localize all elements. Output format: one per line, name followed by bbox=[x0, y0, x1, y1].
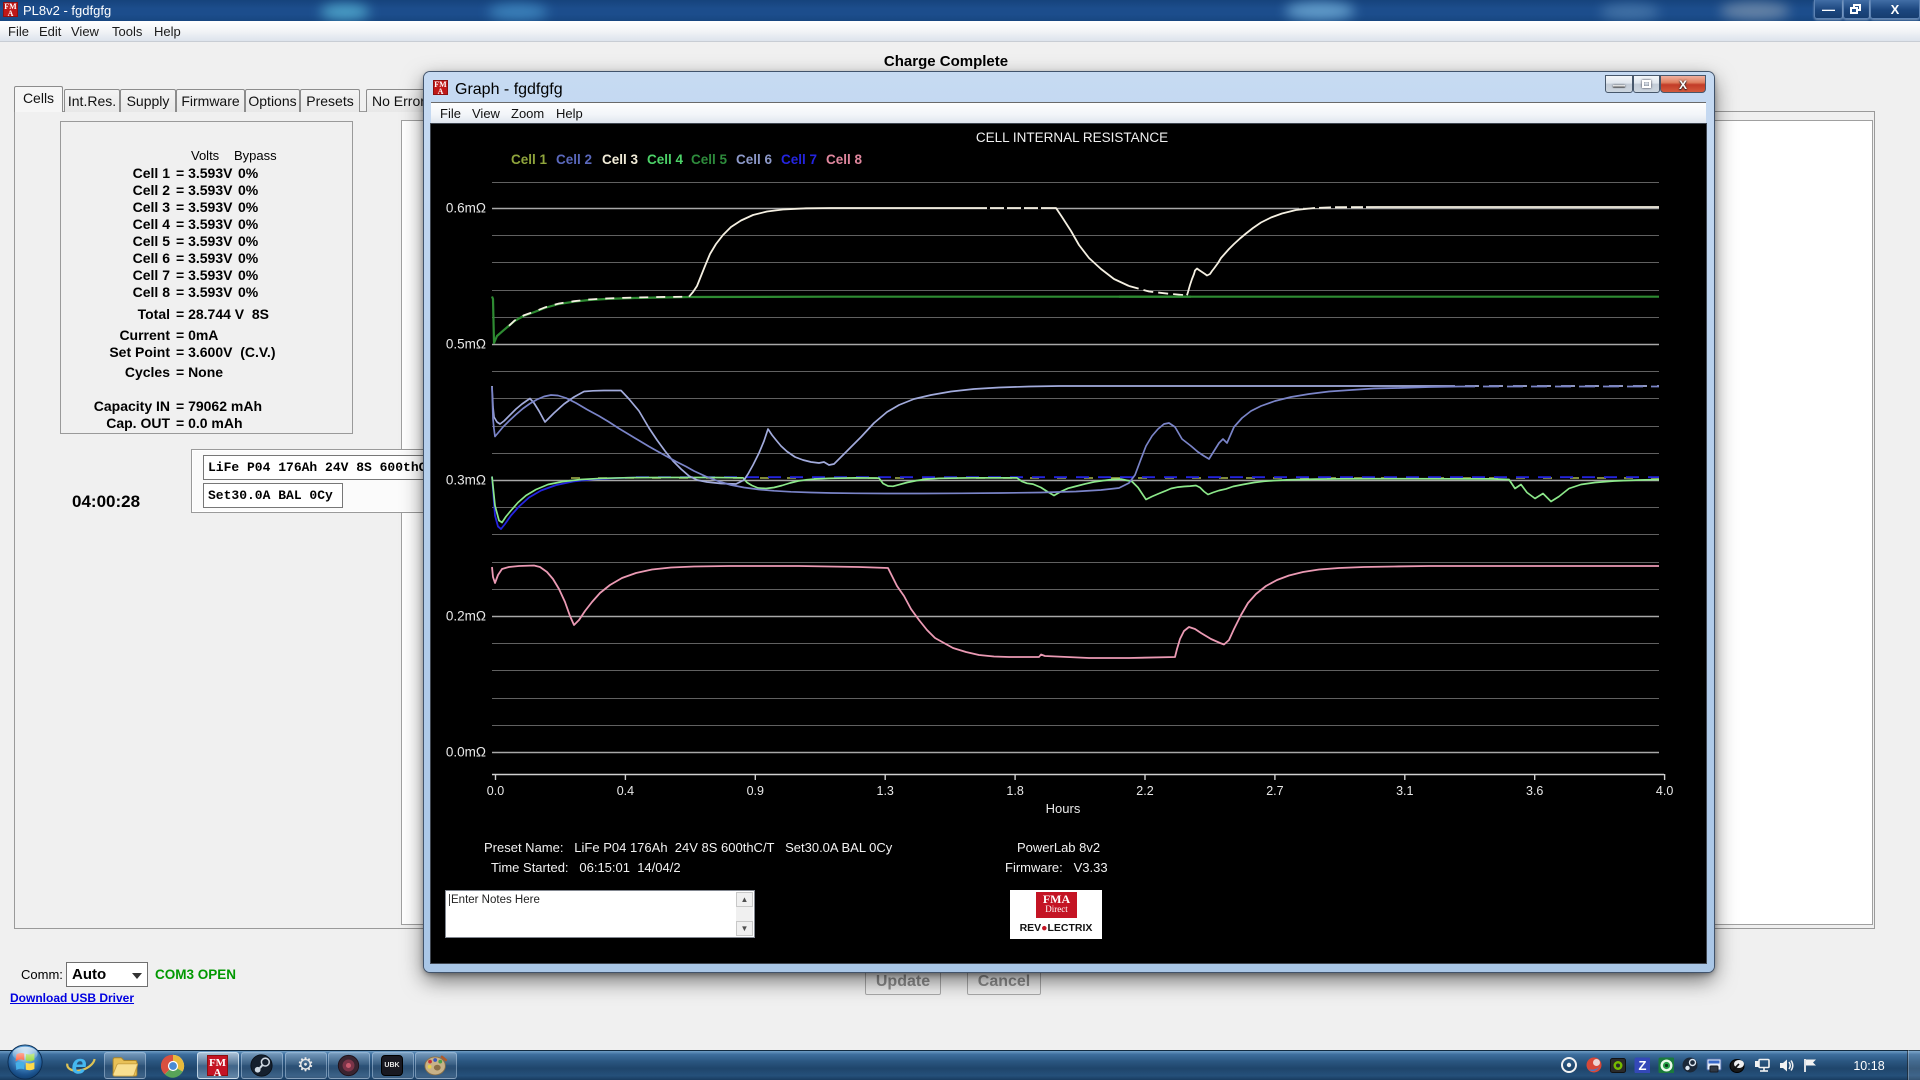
svg-text:0.3mΩ: 0.3mΩ bbox=[446, 473, 486, 488]
svg-text:Cell 2: Cell 2 bbox=[556, 152, 592, 167]
svg-text:1.8: 1.8 bbox=[1006, 784, 1023, 798]
svg-text:2.7: 2.7 bbox=[1266, 784, 1283, 798]
svg-text:Z: Z bbox=[1639, 1058, 1647, 1073]
svg-text:Cell 8: Cell 8 bbox=[826, 152, 863, 167]
svg-text:Cell 7: Cell 7 bbox=[781, 152, 817, 167]
svg-text:CELL INTERNAL RESISTANCE: CELL INTERNAL RESISTANCE bbox=[976, 130, 1168, 145]
svg-text:2.2: 2.2 bbox=[1136, 784, 1153, 798]
svg-text:3.1: 3.1 bbox=[1396, 784, 1413, 798]
svg-text:4.0: 4.0 bbox=[1656, 784, 1673, 798]
svg-text:Cell 3: Cell 3 bbox=[602, 152, 639, 167]
svg-text:0.9: 0.9 bbox=[747, 784, 764, 798]
svg-text:0.5mΩ: 0.5mΩ bbox=[446, 337, 486, 352]
svg-text:Cell 5: Cell 5 bbox=[691, 152, 728, 167]
svg-text:0.6mΩ: 0.6mΩ bbox=[446, 201, 486, 216]
svg-text:0.0: 0.0 bbox=[487, 784, 504, 798]
svg-text:Cell 1: Cell 1 bbox=[511, 152, 548, 167]
svg-text:0.4: 0.4 bbox=[617, 784, 634, 798]
svg-text:Hours: Hours bbox=[1046, 801, 1081, 814]
svg-text:0.2mΩ: 0.2mΩ bbox=[446, 609, 486, 624]
svg-text:1.3: 1.3 bbox=[877, 784, 894, 798]
svg-text:e: e bbox=[71, 1049, 86, 1080]
svg-text:Cell 6: Cell 6 bbox=[736, 152, 773, 167]
svg-text:3.6: 3.6 bbox=[1526, 784, 1543, 798]
svg-text:Cell 4: Cell 4 bbox=[647, 152, 684, 167]
svg-text:0.0mΩ: 0.0mΩ bbox=[446, 745, 486, 760]
